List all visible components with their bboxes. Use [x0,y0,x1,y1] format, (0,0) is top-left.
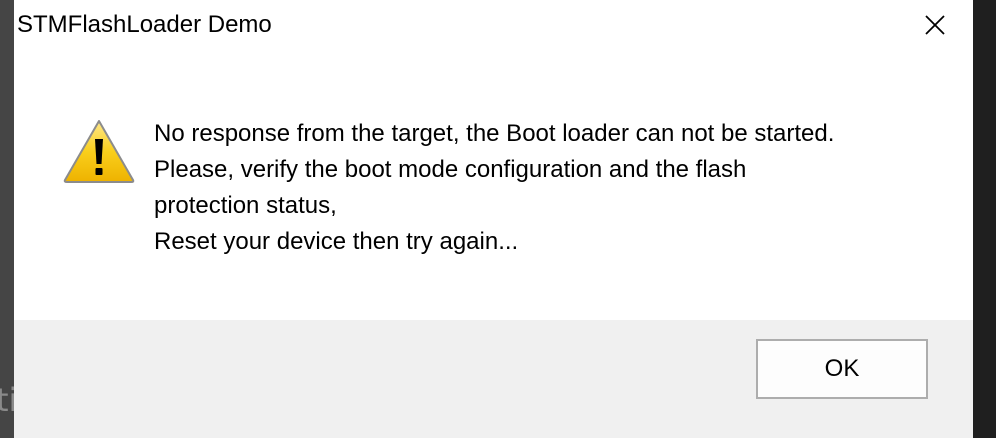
message-line: Reset your device then try again... [154,228,519,255]
dialog-footer: OK [14,320,973,438]
dialog-message: No response from the target, the Boot lo… [154,116,954,260]
message-line: No response from the target, the Boot lo… [154,120,835,147]
background-window-right [973,0,996,438]
title-bar[interactable]: STMFlashLoader Demo [14,0,973,56]
message-dialog: STMFlashLoader Demo No response from the… [14,0,973,438]
ok-button[interactable]: OK [756,339,928,399]
close-button[interactable] [911,0,959,50]
close-icon [925,15,945,35]
warning-icon [63,120,135,183]
message-line: Please, verify the boot mode configurati… [154,156,747,183]
window-title: STMFlashLoader Demo [17,11,272,38]
message-line: protection status, [154,192,337,219]
dialog-content: No response from the target, the Boot lo… [14,56,973,320]
background-window-left: ti [0,0,17,438]
